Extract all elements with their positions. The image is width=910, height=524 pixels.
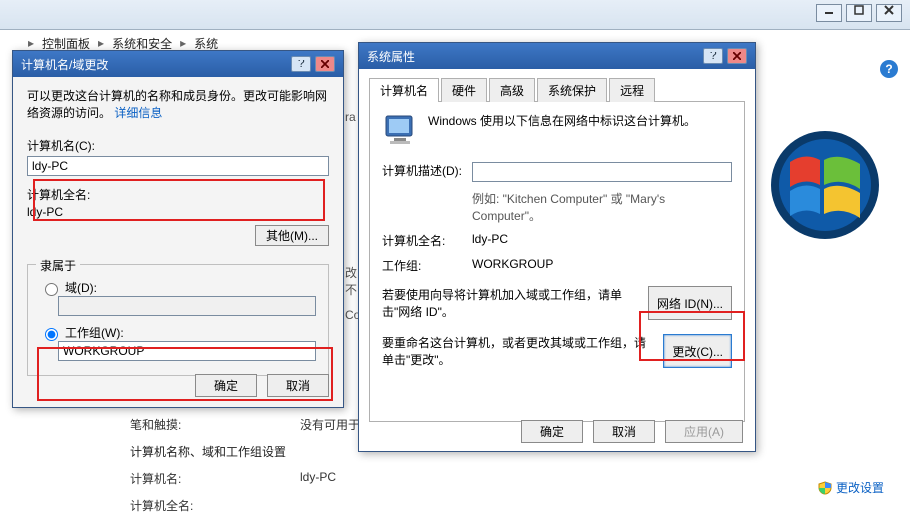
minimize-button[interactable] xyxy=(816,4,842,22)
description-label: 计算机描述(D): xyxy=(382,162,472,182)
workgroup-radio[interactable] xyxy=(45,328,58,341)
domain-radio[interactable] xyxy=(45,283,58,296)
window-chrome xyxy=(0,0,910,30)
apply-button[interactable]: 应用(A) xyxy=(665,420,743,443)
shield-icon xyxy=(818,481,832,495)
tab-remote[interactable]: 远程 xyxy=(609,78,655,102)
maximize-button[interactable] xyxy=(846,4,872,22)
tab-computer-name[interactable]: 计算机名 xyxy=(369,78,439,102)
change-button[interactable]: 更改(C)... xyxy=(663,334,732,368)
dialog-titlebar[interactable]: 计算机名/域更改 ? xyxy=(13,51,343,77)
tab-system-protection[interactable]: 系统保护 xyxy=(537,78,607,102)
network-id-button[interactable]: 网络 ID(N)... xyxy=(648,286,732,320)
tab-advanced[interactable]: 高级 xyxy=(489,78,535,102)
dialog-help-button[interactable]: ? xyxy=(291,56,311,72)
system-properties-dialog: 系统属性 ? 计算机名 硬件 高级 系统保护 远程 Windows 使用以下信息… xyxy=(358,42,756,452)
ok-button[interactable]: 确定 xyxy=(521,420,583,443)
full-name-label: 计算机全名: xyxy=(130,497,300,514)
group-legend: 隶属于 xyxy=(36,257,80,274)
computer-name-label: 计算机名: xyxy=(130,470,300,487)
domain-input xyxy=(58,296,316,316)
full-name-value: ldy-PC xyxy=(472,232,732,249)
more-button[interactable]: 其他(M)... xyxy=(255,225,329,246)
workgroup-label: 工作组: xyxy=(382,257,472,274)
dialog-title: 系统属性 xyxy=(367,48,415,65)
workgroup-radio-label: 工作组(W): xyxy=(65,324,124,341)
windows-logo-icon xyxy=(770,130,880,240)
dialog-help-button[interactable]: ? xyxy=(703,48,723,64)
details-link[interactable]: 详细信息 xyxy=(114,106,162,120)
member-of-group: 隶属于 域(D): 工作组(W): xyxy=(27,264,329,376)
dialog-close-button[interactable] xyxy=(315,56,335,72)
tab-content: Windows 使用以下信息在网络中标识这台计算机。 计算机描述(D): 例如:… xyxy=(369,102,745,422)
breadcrumb-item[interactable]: 系统和安全 xyxy=(112,35,172,52)
domain-radio-label: 域(D): xyxy=(65,279,97,296)
svg-text:?: ? xyxy=(298,60,305,68)
computer-name-label: 计算机名(C): xyxy=(27,137,329,154)
breadcrumb-item[interactable]: 控制面板 xyxy=(42,35,90,52)
change-settings-label: 更改设置 xyxy=(836,479,884,496)
ok-button[interactable]: 确定 xyxy=(195,374,257,397)
headline-text: Windows 使用以下信息在网络中标识这台计算机。 xyxy=(428,112,732,129)
cancel-button[interactable]: 取消 xyxy=(593,420,655,443)
computer-name-change-dialog: 计算机名/域更改 ? 可以更改这台计算机的名称和成员身份。更改可能影响网络资源的… xyxy=(12,50,344,408)
description-example: 例如: "Kitchen Computer" 或 "Mary's Compute… xyxy=(472,190,732,224)
workgroup-input[interactable] xyxy=(58,341,316,361)
window-close-button[interactable] xyxy=(876,4,902,22)
breadcrumb-item[interactable]: 系统 xyxy=(194,35,218,52)
dialog-title: 计算机名/域更改 xyxy=(21,56,108,73)
workgroup-value: WORKGROUP xyxy=(472,257,732,274)
dialog-titlebar[interactable]: 系统属性 ? xyxy=(359,43,755,69)
svg-text:?: ? xyxy=(710,52,717,60)
dialog-intro: 可以更改这台计算机的名称和成员身份。更改可能影响网络资源的访问。 详细信息 xyxy=(27,87,329,121)
full-name-value: ldy-PC xyxy=(27,205,329,219)
computer-name-value: ldy-PC xyxy=(300,470,336,487)
computer-icon xyxy=(382,112,422,148)
pen-touch-label: 笔和触摸: xyxy=(130,416,300,433)
change-text: 要重命名这台计算机，或者更改其域或工作组，请单击"更改"。 xyxy=(382,334,663,368)
description-input[interactable] xyxy=(472,162,732,182)
change-settings-link[interactable]: 更改设置 xyxy=(818,479,884,496)
tabs: 计算机名 硬件 高级 系统保护 远程 xyxy=(369,77,745,102)
full-name-label: 计算机全名: xyxy=(27,186,329,203)
computer-name-input[interactable] xyxy=(27,156,329,176)
cancel-button[interactable]: 取消 xyxy=(267,374,329,397)
breadcrumb-arrow: ▸ xyxy=(28,36,34,50)
full-name-label: 计算机全名: xyxy=(382,232,472,249)
network-id-text: 若要使用向导将计算机加入域或工作组，请单击"网络 ID"。 xyxy=(382,286,648,320)
dialog-close-button[interactable] xyxy=(727,48,747,64)
tab-hardware[interactable]: 硬件 xyxy=(441,78,487,102)
